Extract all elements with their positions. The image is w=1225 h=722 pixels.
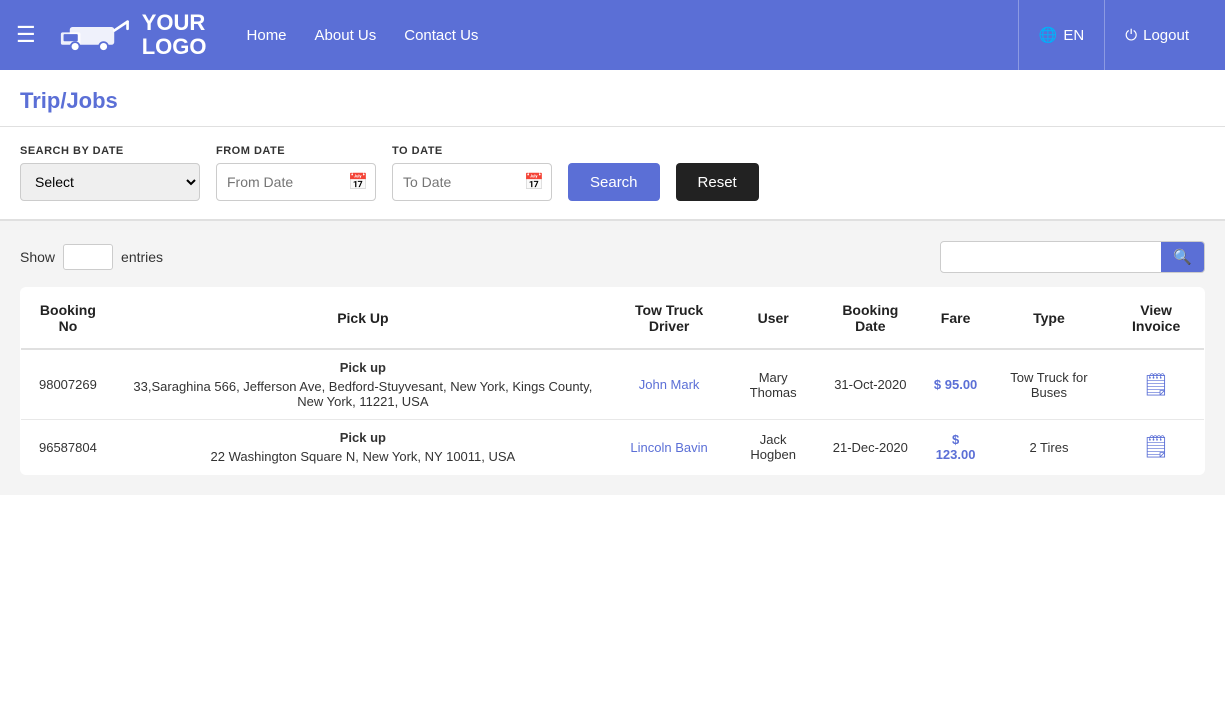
invoice-icon[interactable]: 🗒 — [1142, 372, 1170, 397]
cell-type: 2 Tires — [990, 420, 1109, 475]
driver-name: Lincoln Bavin — [630, 440, 707, 455]
col-driver: Tow Truck Driver — [611, 288, 727, 350]
power-icon: ⏻ — [1125, 27, 1137, 44]
search-bar: SEARCH BY DATE Select FROM DATE 📅 TO DAT… — [0, 127, 1225, 221]
entries-label: entries — [121, 249, 163, 265]
search-button[interactable]: Search — [568, 163, 660, 201]
date-select-field: SEARCH BY DATE Select — [20, 145, 200, 201]
data-table: Booking No Pick Up Tow Truck Driver User… — [20, 287, 1205, 475]
page-content: Trip/Jobs SEARCH BY DATE Select FROM DAT… — [0, 70, 1225, 722]
fare-value: $ 123.00 — [936, 432, 976, 462]
invoice-icon[interactable]: 🗒 — [1142, 434, 1170, 459]
to-date-input[interactable] — [392, 163, 552, 201]
cell-invoice: 🗒 — [1108, 420, 1204, 475]
table-search: 🔍 — [940, 241, 1205, 273]
cell-user: Mary Thomas — [727, 349, 819, 420]
to-date-label: TO DATE — [392, 145, 552, 157]
nav-contact[interactable]: Contact Us — [404, 27, 478, 44]
driver-name: John Mark — [639, 377, 700, 392]
cell-driver: John Mark — [611, 349, 727, 420]
nav-about[interactable]: About Us — [315, 27, 377, 44]
table-row: 96587804 Pick up 22 Washington Square N,… — [21, 420, 1205, 475]
col-booking-date: Booking Date — [819, 288, 921, 350]
navbar: ☰ YOUR LOGO Home About Us Contact Us 🌐 E… — [0, 0, 1225, 70]
to-date-field: TO DATE 📅 — [392, 145, 552, 201]
to-date-wrap: 📅 — [392, 163, 552, 201]
cell-invoice: 🗒 — [1108, 349, 1204, 420]
pickup-header: Pick up — [125, 430, 601, 445]
table-row: 98007269 Pick up 33,Saraghina 566, Jeffe… — [21, 349, 1205, 420]
date-select-label: SEARCH BY DATE — [20, 145, 200, 157]
date-select[interactable]: Select — [20, 163, 200, 201]
from-date-field: FROM DATE 📅 — [216, 145, 376, 201]
language-selector[interactable]: 🌐 EN — [1018, 0, 1105, 70]
cell-user: Jack Hogben — [727, 420, 819, 475]
globe-icon: 🌐 — [1039, 26, 1058, 44]
cell-driver: Lincoln Bavin — [611, 420, 727, 475]
show-label: Show — [20, 249, 55, 265]
cell-booking-no: 98007269 — [21, 349, 115, 420]
show-entries: Show 10 entries — [20, 244, 163, 270]
col-booking-no: Booking No — [21, 288, 115, 350]
cell-fare: $ 123.00 — [922, 420, 990, 475]
logout-button[interactable]: ⏻ Logout — [1104, 0, 1209, 70]
col-invoice: View Invoice — [1108, 288, 1204, 350]
main-nav: Home About Us Contact Us — [247, 27, 1018, 44]
logo-icon — [52, 13, 132, 57]
navbar-right: 🌐 EN ⏻ Logout — [1018, 0, 1209, 70]
table-section: Show 10 entries 🔍 Booking No Pick Up Tow… — [0, 221, 1225, 495]
logo-area: YOUR LOGO — [52, 11, 207, 59]
fare-value: $ 95.00 — [934, 377, 977, 392]
table-search-input[interactable] — [941, 243, 1161, 271]
nav-home[interactable]: Home — [247, 27, 287, 44]
cell-booking-date: 21-Dec-2020 — [819, 420, 921, 475]
pickup-address: 33,Saraghina 566, Jefferson Ave, Bedford… — [125, 379, 601, 409]
reset-button[interactable]: Reset — [676, 163, 759, 201]
cell-booking-no: 96587804 — [21, 420, 115, 475]
logo-text: YOUR LOGO — [142, 11, 207, 59]
cell-booking-date: 31-Oct-2020 — [819, 349, 921, 420]
page-header: Trip/Jobs — [0, 70, 1225, 127]
from-date-label: FROM DATE — [216, 145, 376, 157]
cell-type: Tow Truck for Buses — [990, 349, 1109, 420]
entries-input[interactable]: 10 — [63, 244, 113, 270]
lang-label: EN — [1063, 27, 1084, 44]
table-search-button[interactable]: 🔍 — [1161, 242, 1204, 272]
col-pickup: Pick Up — [115, 288, 611, 350]
hamburger-icon[interactable]: ☰ — [16, 22, 36, 48]
page-title: Trip/Jobs — [20, 88, 1205, 114]
cell-fare: $ 95.00 — [922, 349, 990, 420]
pickup-header: Pick up — [125, 360, 601, 375]
table-controls: Show 10 entries 🔍 — [20, 241, 1205, 273]
logout-label: Logout — [1143, 27, 1189, 44]
col-type: Type — [990, 288, 1109, 350]
from-date-input[interactable] — [216, 163, 376, 201]
col-user: User — [727, 288, 819, 350]
cell-pickup: Pick up 22 Washington Square N, New York… — [115, 420, 611, 475]
pickup-address: 22 Washington Square N, New York, NY 100… — [125, 449, 601, 464]
table-header-row: Booking No Pick Up Tow Truck Driver User… — [21, 288, 1205, 350]
cell-pickup: Pick up 33,Saraghina 566, Jefferson Ave,… — [115, 349, 611, 420]
from-date-wrap: 📅 — [216, 163, 376, 201]
col-fare: Fare — [922, 288, 990, 350]
